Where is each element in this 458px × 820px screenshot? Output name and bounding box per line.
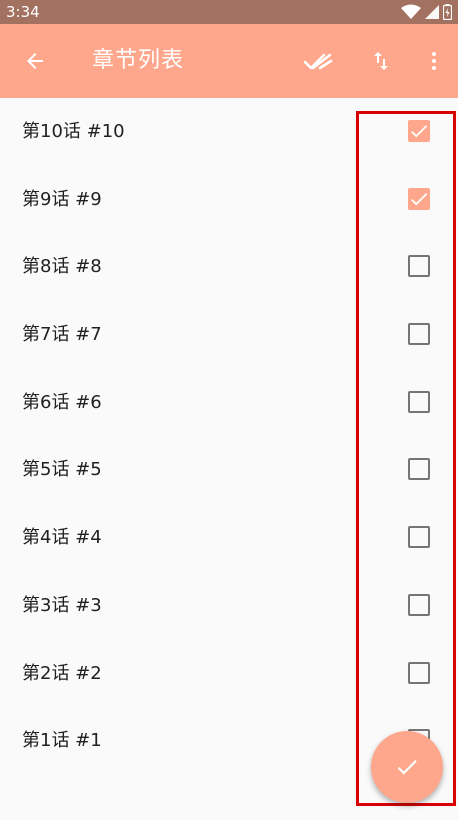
chapter-checkbox[interactable] bbox=[408, 187, 430, 210]
more-vert-icon bbox=[432, 52, 436, 70]
chapter-row[interactable]: 第7话 #7 bbox=[0, 301, 458, 369]
sort-icon bbox=[374, 52, 388, 70]
chapter-checkbox[interactable] bbox=[408, 390, 430, 413]
chapter-checkbox[interactable] bbox=[408, 323, 430, 346]
sort-button[interactable] bbox=[357, 24, 405, 98]
checkmark-icon bbox=[411, 125, 428, 138]
status-bar: 3:34 bbox=[0, 0, 458, 24]
chapter-title: 第7话 #7 bbox=[22, 324, 102, 346]
back-arrow-icon bbox=[27, 53, 43, 69]
chapter-checkbox[interactable] bbox=[408, 593, 430, 616]
chapter-title: 第1话 #1 bbox=[22, 730, 102, 752]
chapter-row[interactable]: 第2话 #2 bbox=[0, 640, 458, 708]
chapter-row[interactable]: 第4话 #4 bbox=[0, 504, 458, 572]
toolbar: 章节列表 bbox=[0, 24, 458, 98]
battery-icon bbox=[443, 4, 452, 20]
chapter-checkbox[interactable] bbox=[408, 255, 430, 278]
chapter-row[interactable]: 第10话 #10 bbox=[0, 98, 458, 166]
chapter-list: 第10话 #10 第9话 #9 第8话 #8 第7话 #7 第6话 #6 第5话 #5 第4… bbox=[0, 98, 458, 775]
chapter-checkbox[interactable] bbox=[408, 120, 430, 142]
more-options-button[interactable] bbox=[411, 24, 457, 98]
page-title: 章节列表 bbox=[92, 48, 185, 73]
chapter-row[interactable]: 第6话 #6 bbox=[0, 369, 458, 437]
chapter-title: 第2话 #2 bbox=[22, 662, 102, 684]
chapter-title: 第5话 #5 bbox=[22, 459, 102, 481]
checkmark-icon bbox=[411, 192, 428, 206]
wifi-icon bbox=[401, 4, 421, 19]
chapter-row[interactable]: 第8话 #8 bbox=[0, 233, 458, 301]
chapter-title: 第4话 #4 bbox=[22, 527, 102, 549]
chapter-title: 第10话 #10 bbox=[22, 121, 125, 142]
status-icons bbox=[397, 3, 452, 21]
chapter-row[interactable]: 第9话 #9 bbox=[0, 166, 458, 234]
chapter-row[interactable]: 第3话 #3 bbox=[0, 572, 458, 640]
chapter-title: 第6话 #6 bbox=[22, 391, 102, 413]
chapter-title: 第3话 #3 bbox=[22, 594, 102, 616]
signal-icon bbox=[425, 5, 439, 19]
status-time: 3:34 bbox=[6, 3, 40, 21]
chapter-title: 第8话 #8 bbox=[22, 256, 102, 278]
confirm-fab[interactable] bbox=[371, 731, 443, 803]
chapter-checkbox[interactable] bbox=[408, 661, 430, 684]
chapter-checkbox[interactable] bbox=[408, 526, 430, 549]
done-all-icon bbox=[303, 53, 333, 70]
check-icon bbox=[397, 760, 417, 775]
back-button[interactable] bbox=[11, 24, 59, 98]
chapter-row[interactable]: 第5话 #5 bbox=[0, 436, 458, 504]
chapter-title: 第9话 #9 bbox=[22, 188, 102, 210]
select-all-button[interactable] bbox=[294, 24, 342, 98]
chapter-checkbox[interactable] bbox=[408, 458, 430, 481]
